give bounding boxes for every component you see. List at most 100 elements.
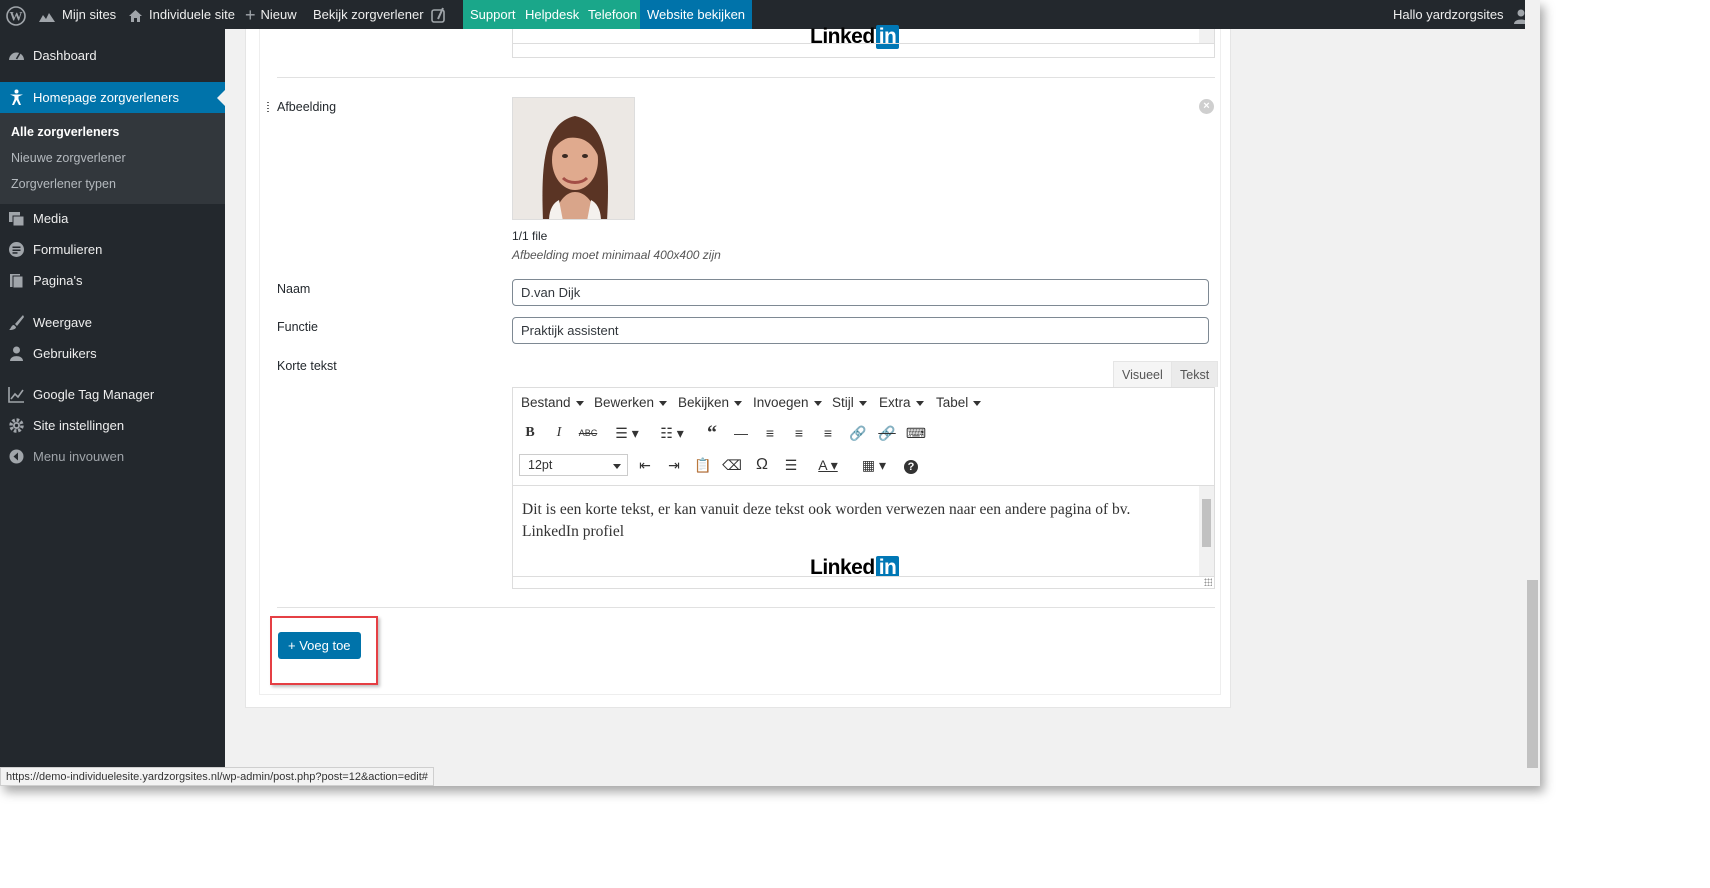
view-provider-link[interactable]: Bekijk zorgverlener: [313, 0, 424, 29]
user-account-menu[interactable]: Hallo yardzorgsites: [1393, 0, 1529, 29]
table-icon[interactable]: ▦ ▾: [857, 454, 891, 476]
site-name-menu[interactable]: Individuele site: [128, 0, 235, 29]
remove-row-icon[interactable]: ×: [1199, 99, 1214, 114]
sidebar-item-dashboard[interactable]: Dashboard: [0, 40, 225, 71]
blockquote-icon[interactable]: “: [701, 422, 723, 444]
support-link[interactable]: Support: [463, 0, 523, 29]
sidebar-item-users[interactable]: Gebruikers: [0, 338, 225, 369]
page-scrollbar[interactable]: [1525, 0, 1540, 786]
sidebar-label-homepage-providers: Homepage zorgverleners: [33, 90, 179, 105]
wordpress-logo-icon[interactable]: W: [6, 0, 26, 29]
menu-insert[interactable]: Invoegen: [753, 395, 822, 410]
my-sites-menu[interactable]: Mijn sites: [38, 0, 116, 29]
new-content-menu[interactable]: + Nieuw: [245, 0, 297, 29]
align-right-icon[interactable]: ≡: [817, 422, 839, 444]
tab-text[interactable]: Tekst: [1171, 361, 1219, 387]
link-icon[interactable]: 🔗: [847, 422, 869, 444]
special-character-icon[interactable]: Ω: [751, 454, 773, 476]
paste-text-icon[interactable]: 📋: [692, 454, 714, 476]
caret-down-icon: [973, 401, 982, 410]
sidebar-item-forms[interactable]: Formulieren: [0, 234, 225, 265]
highlight-annotation: [270, 616, 378, 685]
name-field[interactable]: D.van Dijk: [512, 279, 1209, 306]
text-color-icon[interactable]: A ▾: [809, 454, 847, 476]
menu-style[interactable]: Stijl: [832, 395, 867, 410]
browser-status-url: https://demo-individuelesite.yardzorgsit…: [0, 767, 434, 786]
sites-icon: [39, 12, 55, 22]
page-break-icon[interactable]: ☰: [780, 454, 802, 476]
menu-table[interactable]: Tabel: [936, 395, 982, 410]
helpdesk-link[interactable]: Helpdesk: [518, 0, 587, 29]
sidebar-item-site-settings[interactable]: Site instellingen: [0, 410, 225, 441]
sidebar-item-appearance[interactable]: Weergave: [0, 307, 225, 338]
admin-sidebar: Dashboard Homepage zorgverleners Alle zo…: [0, 29, 225, 786]
italic-icon[interactable]: I: [548, 422, 570, 444]
greeting-label: Hallo yardzorgsites: [1393, 7, 1504, 22]
sidebar-label-dashboard: Dashboard: [33, 48, 97, 63]
image-label: Afbeelding: [277, 100, 337, 114]
outdent-icon[interactable]: ⇤: [634, 454, 656, 476]
scrollbar-down-arrow-icon[interactable]: [1199, 29, 1214, 43]
caret-down-icon: [734, 401, 743, 410]
bullet-list-icon[interactable]: ☰ ▾: [609, 422, 645, 444]
drag-handle-icon[interactable]: [266, 101, 270, 113]
yoast-seo-icon[interactable]: [430, 0, 448, 29]
sidebar-item-pages[interactable]: Pagina's: [0, 265, 225, 296]
caret-down-icon: [813, 401, 822, 410]
caret-down-icon: [915, 401, 924, 410]
clear-formatting-icon[interactable]: ⌫: [721, 454, 743, 476]
chart-line-icon: [8, 387, 24, 403]
sidebar-label-users: Gebruikers: [33, 346, 97, 361]
submenu-new-provider[interactable]: Nieuwe zorgverlener: [11, 151, 126, 165]
align-center-icon[interactable]: ≡: [788, 422, 810, 444]
submenu-all-providers[interactable]: Alle zorgverleners: [11, 125, 119, 139]
row-divider: [277, 77, 1215, 78]
caret-down-icon: [575, 401, 584, 410]
menu-edit[interactable]: Bewerken: [594, 395, 668, 410]
row-divider: [277, 607, 1215, 608]
repeater-field: Linked in Afbeelding × 1/1 file Afbeeldi…: [259, 25, 1221, 695]
page-scroll-thumb[interactable]: [1527, 580, 1538, 768]
sidebar-item-homepage-providers[interactable]: Homepage zorgverleners: [0, 82, 225, 113]
sidebar-label-media: Media: [33, 211, 69, 226]
image-hint: Afbeelding moet minimaal 400x400 zijn: [512, 248, 721, 262]
unlink-icon[interactable]: 🔗: [876, 422, 898, 444]
indent-icon[interactable]: ⇥: [663, 454, 685, 476]
horizontal-line-icon[interactable]: —: [730, 422, 752, 444]
font-size-select[interactable]: 12pt: [519, 454, 628, 476]
function-field[interactable]: Praktijk assistent: [512, 317, 1209, 344]
menu-file[interactable]: Bestand: [521, 395, 584, 410]
bold-icon[interactable]: B: [519, 422, 541, 444]
numbered-list-icon[interactable]: ☷ ▾: [654, 422, 690, 444]
sidebar-label-appearance: Weergave: [33, 315, 93, 330]
menu-view[interactable]: Bekijken: [678, 395, 743, 410]
repeater-metabox: Linked in Afbeelding × 1/1 file Afbeeldi…: [245, 25, 1231, 708]
menu-extra[interactable]: Extra: [879, 395, 924, 410]
forms-icon: [9, 242, 24, 257]
resize-handle-icon[interactable]: [1204, 578, 1212, 586]
short-text-label: Korte tekst: [277, 359, 337, 373]
editor-content[interactable]: Dit is een korte tekst, er kan vanuit de…: [513, 485, 1214, 576]
phone-link[interactable]: Telefoon: [581, 0, 645, 29]
rich-text-editor: Bestand Bewerken Bekijken Invoegen Stijl…: [512, 387, 1215, 589]
align-left-icon[interactable]: ≡: [759, 422, 781, 444]
editor-divider: [513, 43, 1214, 44]
sidebar-item-media[interactable]: Media: [0, 203, 225, 234]
tab-visual[interactable]: Visueel: [1113, 361, 1172, 387]
linkedin-logo: Linked in: [810, 25, 900, 49]
sidebar-label-collapse: Menu invouwen: [33, 449, 125, 464]
editor-content-text: Dit is een korte tekst, er kan vanuit de…: [522, 501, 1131, 540]
dashboard-icon: [9, 52, 24, 60]
sidebar-label-forms: Formulieren: [33, 242, 103, 257]
browser-frame: W Mijn sites Individuele site + Nieuw Bek…: [0, 0, 1540, 786]
keyboard-icon[interactable]: ⌨: [905, 422, 927, 444]
editor-scroll-thumb[interactable]: [1202, 499, 1211, 547]
view-website-link[interactable]: Website bekijken: [640, 0, 753, 29]
help-icon[interactable]: ?: [900, 454, 922, 476]
editor-scrollbar[interactable]: [1199, 486, 1214, 576]
strikethrough-icon[interactable]: ABC: [577, 422, 599, 444]
sidebar-collapse-menu[interactable]: Menu invouwen: [0, 441, 225, 472]
sidebar-item-google-tag-manager[interactable]: Google Tag Manager: [0, 379, 225, 410]
submenu-provider-types[interactable]: Zorgverlener typen: [11, 177, 116, 191]
provider-photo[interactable]: [512, 97, 635, 220]
